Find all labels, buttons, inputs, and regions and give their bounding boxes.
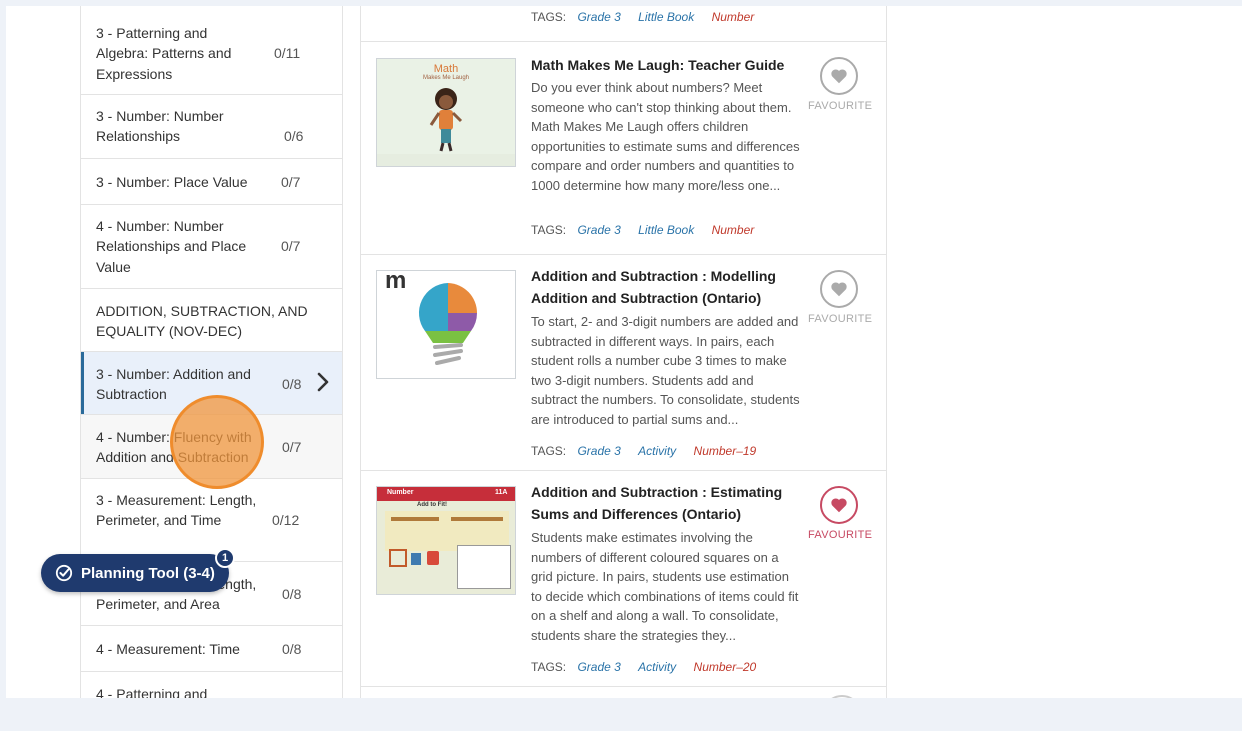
tag-link[interactable]: Number: [712, 223, 755, 237]
tag-link[interactable]: Grade 3: [577, 660, 620, 674]
resource-title[interactable]: Addition and Subtraction : Estimating Su…: [531, 481, 801, 525]
sidebar-item-label: 4 - Number: Number Relationships and Pla…: [96, 218, 247, 275]
sidebar-item-count: 0/8: [282, 586, 302, 602]
favourite-button-partial[interactable]: [822, 695, 862, 698]
resource-description: Do you ever think about numbers? Meet so…: [531, 80, 800, 193]
tag-list: TAGS: Grade 3 Activity Number–19: [531, 444, 770, 458]
tag-list: TAGS: Grade 3 Little Book Number: [531, 10, 768, 24]
resource-card[interactable]: Math Makes Me Laugh Math Makes Me Laugh:…: [361, 42, 886, 255]
tag-link[interactable]: Little Book: [638, 223, 694, 237]
sidebar-item-label: 3 - Number: Number Relationships: [96, 108, 224, 145]
thumbnail-title: Math: [433, 63, 459, 75]
item-picture: [411, 553, 421, 565]
favourite-label: FAVOURITE: [808, 100, 873, 112]
thumbnail-header: Number: [387, 489, 414, 496]
answer-box: [457, 545, 511, 589]
sidebar-item[interactable]: 3 - Number: Place Value 0/7: [81, 159, 342, 205]
sidebar-item[interactable]: 4 - Measurement: Time 0/8: [81, 626, 342, 672]
tag-link[interactable]: Grade 3: [577, 444, 620, 458]
sidebar-item-label: 4 - Measurement: Time: [96, 641, 240, 657]
sidebar-item-label: 3 - Patterning and Algebra: Patterns and…: [96, 25, 232, 82]
planning-tool-badge: 1: [215, 548, 235, 568]
favourite-button[interactable]: FAVOURITE: [808, 486, 873, 541]
sidebar-item-count: 0/7: [281, 174, 301, 190]
tag-link[interactable]: Activity: [638, 660, 676, 674]
heart-icon: [820, 57, 858, 95]
tag-link[interactable]: Grade 3: [577, 223, 620, 237]
resource-card[interactable]: TAGS: Grade 3 Little Book Number: [361, 6, 886, 42]
sidebar-section-heading: ADDITION, SUBTRACTION, AND EQUALITY (NOV…: [81, 289, 342, 352]
resource-title[interactable]: Math Makes Me Laugh: Teacher Guide: [531, 54, 801, 76]
tags-label: TAGS:: [531, 223, 567, 237]
resource-description: To start, 2- and 3-digit numbers are add…: [531, 314, 800, 427]
tag-link[interactable]: Number–20: [694, 660, 757, 674]
cover-footer: [377, 154, 515, 166]
tag-link[interactable]: Little Book: [638, 10, 694, 24]
heart-icon: [820, 486, 858, 524]
resource-card[interactable]: m Addition and Subtraction : Modelling A…: [361, 255, 886, 471]
sidebar-item-label: 3 - Number: Place Value: [96, 174, 248, 190]
activity-thumbnail[interactable]: m: [376, 270, 516, 379]
sidebar-item-count: 0/6: [284, 128, 304, 144]
planning-tool-label: Planning Tool (3-4): [81, 564, 215, 582]
tag-link[interactable]: Activity: [638, 444, 676, 458]
item-picture: [427, 551, 439, 565]
sidebar-item[interactable]: 3 - Patterning and Algebra: Patterns and…: [81, 6, 342, 95]
activity-thumbnail[interactable]: Number 11A Add to Fit!: [376, 486, 516, 595]
page-frame: 3 - Patterning and Algebra: Patterns and…: [6, 6, 1242, 698]
tag-list: TAGS: Grade 3 Activity Number–20: [531, 660, 770, 674]
brand-letter: m: [385, 270, 407, 294]
chevron-right-icon: [317, 372, 329, 392]
favourite-button[interactable]: FAVOURITE: [808, 57, 873, 112]
child-illustration: [429, 88, 463, 152]
resource-list: TAGS: Grade 3 Little Book Number Math Ma…: [360, 6, 887, 698]
tag-link[interactable]: Number: [712, 10, 755, 24]
sidebar-item-count: 0/8: [282, 376, 302, 392]
lightbulb-puzzle-icon: [418, 283, 477, 365]
sidebar-item-count: 0/7: [282, 439, 302, 455]
tag-link[interactable]: Grade 3: [577, 10, 620, 24]
heart-icon: [820, 270, 858, 308]
shelf: [391, 517, 439, 521]
tag-link[interactable]: Number–19: [694, 444, 757, 458]
sidebar-item-label: 3 - Measurement: Length, Perimeter, and …: [96, 492, 257, 529]
thumbnail-code: 11A: [495, 489, 508, 496]
section-heading-label: ADDITION, SUBTRACTION, AND EQUALITY (NOV…: [96, 303, 308, 340]
sidebar-item[interactable]: 3 - Measurement: Length, Perimeter, and …: [81, 479, 342, 562]
favourite-button[interactable]: FAVOURITE: [808, 270, 873, 325]
book-cover-thumbnail[interactable]: Math Makes Me Laugh: [376, 58, 516, 167]
favourite-label: FAVOURITE: [808, 313, 873, 325]
favourite-label: FAVOURITE: [808, 529, 873, 541]
resource-description: Students make estimates involving the nu…: [531, 530, 799, 643]
sidebar-item-count: 0/8: [282, 641, 302, 657]
sidebar-item-label: 4 - Patterning and: [96, 686, 208, 698]
planning-tool-button[interactable]: Planning Tool (3-4): [41, 554, 229, 592]
thumbnail-subtitle: Makes Me Laugh: [422, 75, 470, 81]
tags-label: TAGS:: [531, 660, 567, 674]
thumbnail-subheader: Add to Fit!: [417, 502, 447, 508]
shelf: [451, 517, 503, 521]
thumbnail-header-bar: Number 11A: [377, 487, 515, 501]
click-indicator: [170, 395, 264, 489]
sidebar-item-count: 0/11: [274, 45, 301, 61]
sidebar-item-count: 0/12: [272, 512, 300, 528]
sidebar-item-count: 0/7: [281, 238, 301, 254]
resource-title[interactable]: Addition and Subtraction : Modelling Add…: [531, 265, 801, 309]
tags-label: TAGS:: [531, 10, 567, 24]
tags-label: TAGS:: [531, 444, 567, 458]
unit-sidebar: 3 - Patterning and Algebra: Patterns and…: [80, 6, 343, 698]
tag-list: TAGS: Grade 3 Little Book Number: [531, 223, 768, 237]
sidebar-item[interactable]: 4 - Patterning and: [81, 672, 342, 698]
resource-card[interactable]: Number 11A Add to Fit! Addition and Subt…: [361, 471, 886, 687]
item-picture: [389, 549, 407, 567]
sidebar-item[interactable]: 3 - Number: Number Relationships 0/6: [81, 95, 342, 159]
check-circle-icon: [55, 564, 73, 582]
sidebar-item[interactable]: 4 - Number: Number Relationships and Pla…: [81, 205, 342, 289]
